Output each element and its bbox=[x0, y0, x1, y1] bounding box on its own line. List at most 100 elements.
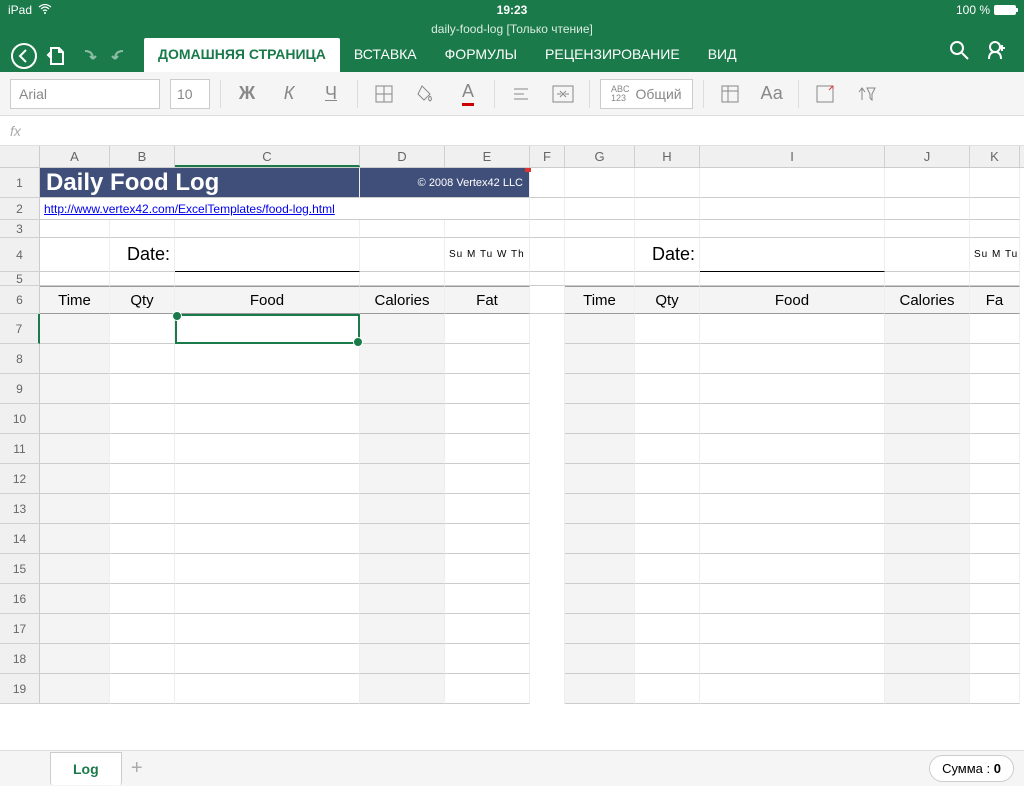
cell[interactable] bbox=[360, 614, 445, 644]
cell[interactable] bbox=[175, 434, 360, 464]
number-format-button[interactable]: ABC123 Общий bbox=[600, 79, 693, 109]
cell[interactable] bbox=[700, 644, 885, 674]
cell[interactable] bbox=[530, 464, 565, 494]
cell[interactable] bbox=[110, 404, 175, 434]
cell[interactable] bbox=[565, 464, 635, 494]
cell[interactable] bbox=[445, 434, 530, 464]
cell[interactable] bbox=[175, 464, 360, 494]
col-H[interactable]: H bbox=[635, 146, 700, 167]
row-4[interactable]: 4 bbox=[0, 238, 40, 272]
cell[interactable] bbox=[885, 644, 970, 674]
merge-button[interactable] bbox=[547, 79, 579, 109]
row-11[interactable]: 11 bbox=[0, 434, 40, 464]
hdr-time-2[interactable]: Time bbox=[565, 286, 635, 314]
cell[interactable] bbox=[110, 344, 175, 374]
cell[interactable] bbox=[445, 464, 530, 494]
row-13[interactable]: 13 bbox=[0, 494, 40, 524]
cell[interactable] bbox=[970, 554, 1020, 584]
sort-filter-button[interactable] bbox=[851, 79, 883, 109]
hdr-time-1[interactable]: Time bbox=[40, 286, 110, 314]
row-1[interactable]: 1 bbox=[0, 168, 40, 198]
cell[interactable] bbox=[175, 614, 360, 644]
cell[interactable] bbox=[360, 644, 445, 674]
cell[interactable] bbox=[110, 554, 175, 584]
cell[interactable] bbox=[40, 494, 110, 524]
col-I[interactable]: I bbox=[700, 146, 885, 167]
col-D[interactable]: D bbox=[360, 146, 445, 167]
cell[interactable] bbox=[885, 614, 970, 644]
cell[interactable] bbox=[565, 674, 635, 704]
cell[interactable] bbox=[970, 464, 1020, 494]
italic-button[interactable]: К bbox=[273, 79, 305, 109]
cell[interactable] bbox=[885, 494, 970, 524]
cell[interactable] bbox=[360, 404, 445, 434]
cell[interactable] bbox=[885, 434, 970, 464]
cell[interactable] bbox=[530, 674, 565, 704]
cell[interactable] bbox=[360, 344, 445, 374]
cell[interactable] bbox=[700, 554, 885, 584]
row-18[interactable]: 18 bbox=[0, 644, 40, 674]
cell[interactable] bbox=[700, 674, 885, 704]
cell[interactable] bbox=[445, 644, 530, 674]
cell[interactable] bbox=[885, 344, 970, 374]
cell[interactable] bbox=[110, 524, 175, 554]
cell[interactable] bbox=[565, 554, 635, 584]
cell[interactable] bbox=[110, 314, 175, 344]
cell[interactable] bbox=[565, 314, 635, 344]
cell[interactable] bbox=[700, 314, 885, 344]
cell[interactable] bbox=[530, 374, 565, 404]
tab-view[interactable]: ВИД bbox=[694, 38, 751, 72]
cell[interactable] bbox=[40, 524, 110, 554]
row-2[interactable]: 2 bbox=[0, 198, 40, 220]
cell[interactable] bbox=[175, 314, 360, 344]
cell[interactable] bbox=[40, 464, 110, 494]
cell[interactable] bbox=[530, 404, 565, 434]
cell[interactable] bbox=[360, 434, 445, 464]
cell[interactable] bbox=[565, 344, 635, 374]
cell[interactable] bbox=[530, 644, 565, 674]
cell[interactable] bbox=[445, 524, 530, 554]
cell[interactable] bbox=[700, 374, 885, 404]
tab-home[interactable]: ДОМАШНЯЯ СТРАНИЦА bbox=[144, 38, 340, 72]
cell[interactable] bbox=[40, 674, 110, 704]
cell[interactable] bbox=[175, 554, 360, 584]
cell[interactable] bbox=[530, 314, 565, 344]
tab-review[interactable]: РЕЦЕНЗИРОВАНИЕ bbox=[531, 38, 694, 72]
tab-formulas[interactable]: ФОРМУЛЫ bbox=[431, 38, 531, 72]
cell-style-button[interactable]: Аа bbox=[756, 79, 788, 109]
cell[interactable] bbox=[970, 314, 1020, 344]
cell[interactable] bbox=[970, 614, 1020, 644]
cell[interactable] bbox=[970, 584, 1020, 614]
align-button[interactable] bbox=[505, 79, 537, 109]
cell[interactable] bbox=[530, 494, 565, 524]
select-all-corner[interactable] bbox=[0, 146, 40, 167]
col-K[interactable]: K bbox=[970, 146, 1020, 167]
add-sheet-button[interactable]: + bbox=[122, 757, 152, 780]
cell[interactable] bbox=[700, 404, 885, 434]
cell[interactable] bbox=[175, 644, 360, 674]
row-12[interactable]: 12 bbox=[0, 464, 40, 494]
cell[interactable] bbox=[885, 584, 970, 614]
cell[interactable] bbox=[175, 494, 360, 524]
search-icon[interactable] bbox=[948, 39, 970, 66]
col-J[interactable]: J bbox=[885, 146, 970, 167]
col-C[interactable]: C bbox=[175, 146, 360, 167]
hdr-cal-1[interactable]: Calories bbox=[360, 286, 445, 314]
sheet-title[interactable]: Daily Food Log bbox=[40, 168, 360, 198]
cell[interactable] bbox=[635, 494, 700, 524]
cell[interactable] bbox=[635, 644, 700, 674]
cell[interactable] bbox=[635, 614, 700, 644]
cell[interactable] bbox=[970, 494, 1020, 524]
font-size-select[interactable]: 10 bbox=[170, 79, 210, 109]
cell[interactable] bbox=[700, 434, 885, 464]
borders-button[interactable] bbox=[368, 79, 400, 109]
cell[interactable] bbox=[175, 404, 360, 434]
cell[interactable] bbox=[110, 584, 175, 614]
cell[interactable] bbox=[700, 464, 885, 494]
date-input-1[interactable] bbox=[175, 238, 360, 272]
cell[interactable] bbox=[970, 344, 1020, 374]
cell[interactable] bbox=[565, 644, 635, 674]
cell[interactable] bbox=[565, 434, 635, 464]
row-19[interactable]: 19 bbox=[0, 674, 40, 704]
date-input-2[interactable] bbox=[700, 238, 885, 272]
